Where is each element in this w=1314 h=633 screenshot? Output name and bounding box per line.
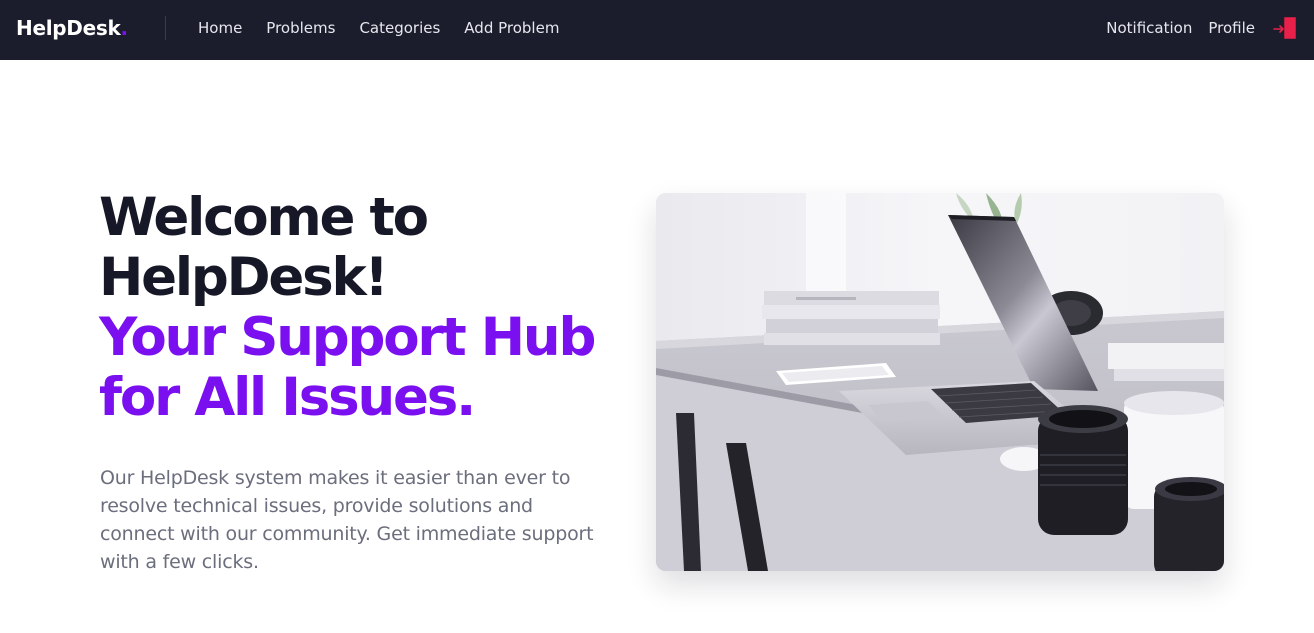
nav-link-profile[interactable]: Profile <box>1208 17 1255 39</box>
nav-link-problems[interactable]: Problems <box>266 17 335 39</box>
top-navbar: HelpDesk. Home Problems Categories Add P… <box>0 0 1314 60</box>
hero-image <box>656 193 1224 571</box>
nav-link-notification[interactable]: Notification <box>1106 17 1192 39</box>
nav-links: Home Problems Categories Add Problem <box>198 17 583 39</box>
hero-heading: Welcome to HelpDesk! Your Support Hub fo… <box>99 188 619 428</box>
logout-icon <box>1273 17 1296 39</box>
hero-accent-line2: for All Issues. <box>99 367 476 428</box>
logout-button[interactable] <box>1271 15 1297 41</box>
laptop-desk-illustration <box>656 193 1224 571</box>
nav-divider <box>165 16 166 40</box>
nav-link-add-problem[interactable]: Add Problem <box>464 17 559 39</box>
nav-link-home[interactable]: Home <box>198 17 242 39</box>
hero-description: Our HelpDesk system makes it easier than… <box>100 467 594 573</box>
brand-name: HelpDesk <box>16 16 121 40</box>
brand-dot: . <box>120 16 128 40</box>
hero-accent-line1: Your Support Hub <box>99 307 596 368</box>
hero-heading-line1: Welcome to <box>99 187 429 248</box>
nav-right: Notification Profile <box>1106 15 1297 41</box>
brand-logo[interactable]: HelpDesk. <box>16 15 128 41</box>
hero-heading-line2: HelpDesk! <box>99 247 389 308</box>
nav-link-categories[interactable]: Categories <box>359 17 440 39</box>
